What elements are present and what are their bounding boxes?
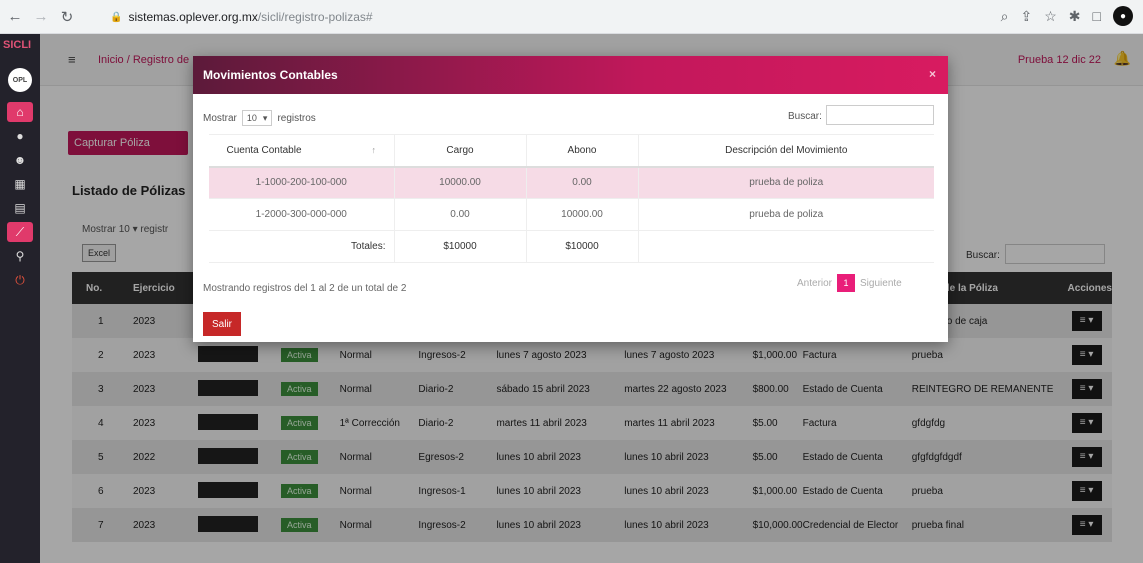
users-icon[interactable]: ☻	[7, 150, 33, 170]
app-logo: SICLI	[3, 39, 32, 51]
totals-row: Totales: $10000 $10000	[209, 230, 934, 263]
zoom-icon[interactable]: ⌕	[1001, 8, 1009, 25]
table-info: Mostrando registros del 1 al 2 de un tot…	[203, 283, 407, 294]
page-length-select[interactable]: 10 ▾	[241, 110, 273, 126]
modal-title: Movimientos Contables	[203, 68, 338, 82]
url-path: /sicli/registro-polizas#	[257, 10, 373, 24]
dot-icon[interactable]: ●	[7, 126, 33, 146]
pagination: Anterior 1 Siguiente	[797, 274, 902, 292]
sidebar: SICLI OPL ⌂ ● ☻ ▦ ▤ ⟋ ⚲ ⏻	[0, 34, 40, 563]
power-icon[interactable]: ⏻	[7, 270, 33, 290]
user-avatar[interactable]: OPL	[8, 68, 32, 92]
sort-asc-icon: ↑	[371, 144, 377, 155]
forward-icon[interactable]: →	[30, 6, 52, 28]
modal-length-control: Mostrar 10 ▾ registros	[203, 110, 316, 126]
tab-search-icon[interactable]: □	[1093, 8, 1101, 24]
modal-header: Movimientos Contables ×	[193, 56, 948, 94]
next-button[interactable]: Siguiente	[860, 278, 902, 289]
table-row[interactable]: 1-1000-200-100-000 10000.00 0.00 prueba …	[209, 166, 934, 199]
profile-avatar[interactable]: ●	[1113, 6, 1133, 26]
share-icon[interactable]: ⇪	[1021, 8, 1033, 25]
movements-table: Cuenta Contable ↑ Cargo Abono Descripción…	[209, 134, 934, 263]
close-icon[interactable]: ×	[929, 67, 936, 81]
reload-icon[interactable]: ↻	[56, 6, 78, 28]
chart-icon[interactable]: ⟋	[7, 222, 33, 242]
accounting-movements-modal: Movimientos Contables × Mostrar 10 ▾ regi…	[193, 56, 948, 342]
table-header-row: Cuenta Contable ↑ Cargo Abono Descripción…	[209, 134, 934, 168]
search-icon[interactable]: ⚲	[7, 246, 33, 266]
chevron-down-icon: ▾	[262, 112, 268, 123]
browser-toolbar: ← → ↻ 🔒 sistemas.oplever.org.mx/sicli/re…	[0, 0, 1143, 34]
col-abono[interactable]: Abono	[525, 134, 638, 168]
home-icon[interactable]: ⌂	[7, 102, 33, 122]
extensions-icon[interactable]: ✱	[1069, 8, 1081, 25]
col-description[interactable]: Descripción del Movimiento	[637, 134, 934, 168]
calendar-icon[interactable]: ▦	[7, 174, 33, 194]
col-cargo[interactable]: Cargo	[393, 134, 526, 168]
page-1-button[interactable]: 1	[837, 274, 856, 292]
modal-search-label: Buscar:	[788, 111, 822, 122]
col-account[interactable]: Cuenta Contable ↑	[209, 134, 394, 168]
url-host: sistemas.oplever.org.mx	[128, 10, 258, 24]
table-row[interactable]: 1-2000-300-000-000 0.00 10000.00 prueba …	[209, 198, 934, 231]
bookmark-star-icon[interactable]: ☆	[1044, 8, 1057, 25]
address-bar[interactable]: 🔒 sistemas.oplever.org.mx/sicli/registro…	[100, 5, 940, 29]
prev-button[interactable]: Anterior	[797, 278, 832, 289]
back-icon[interactable]: ←	[4, 6, 26, 28]
lock-icon: 🔒	[110, 11, 123, 23]
modal-search-input[interactable]	[826, 105, 934, 125]
document-icon[interactable]: ▤	[7, 198, 33, 218]
exit-button[interactable]: Salir	[203, 312, 241, 336]
